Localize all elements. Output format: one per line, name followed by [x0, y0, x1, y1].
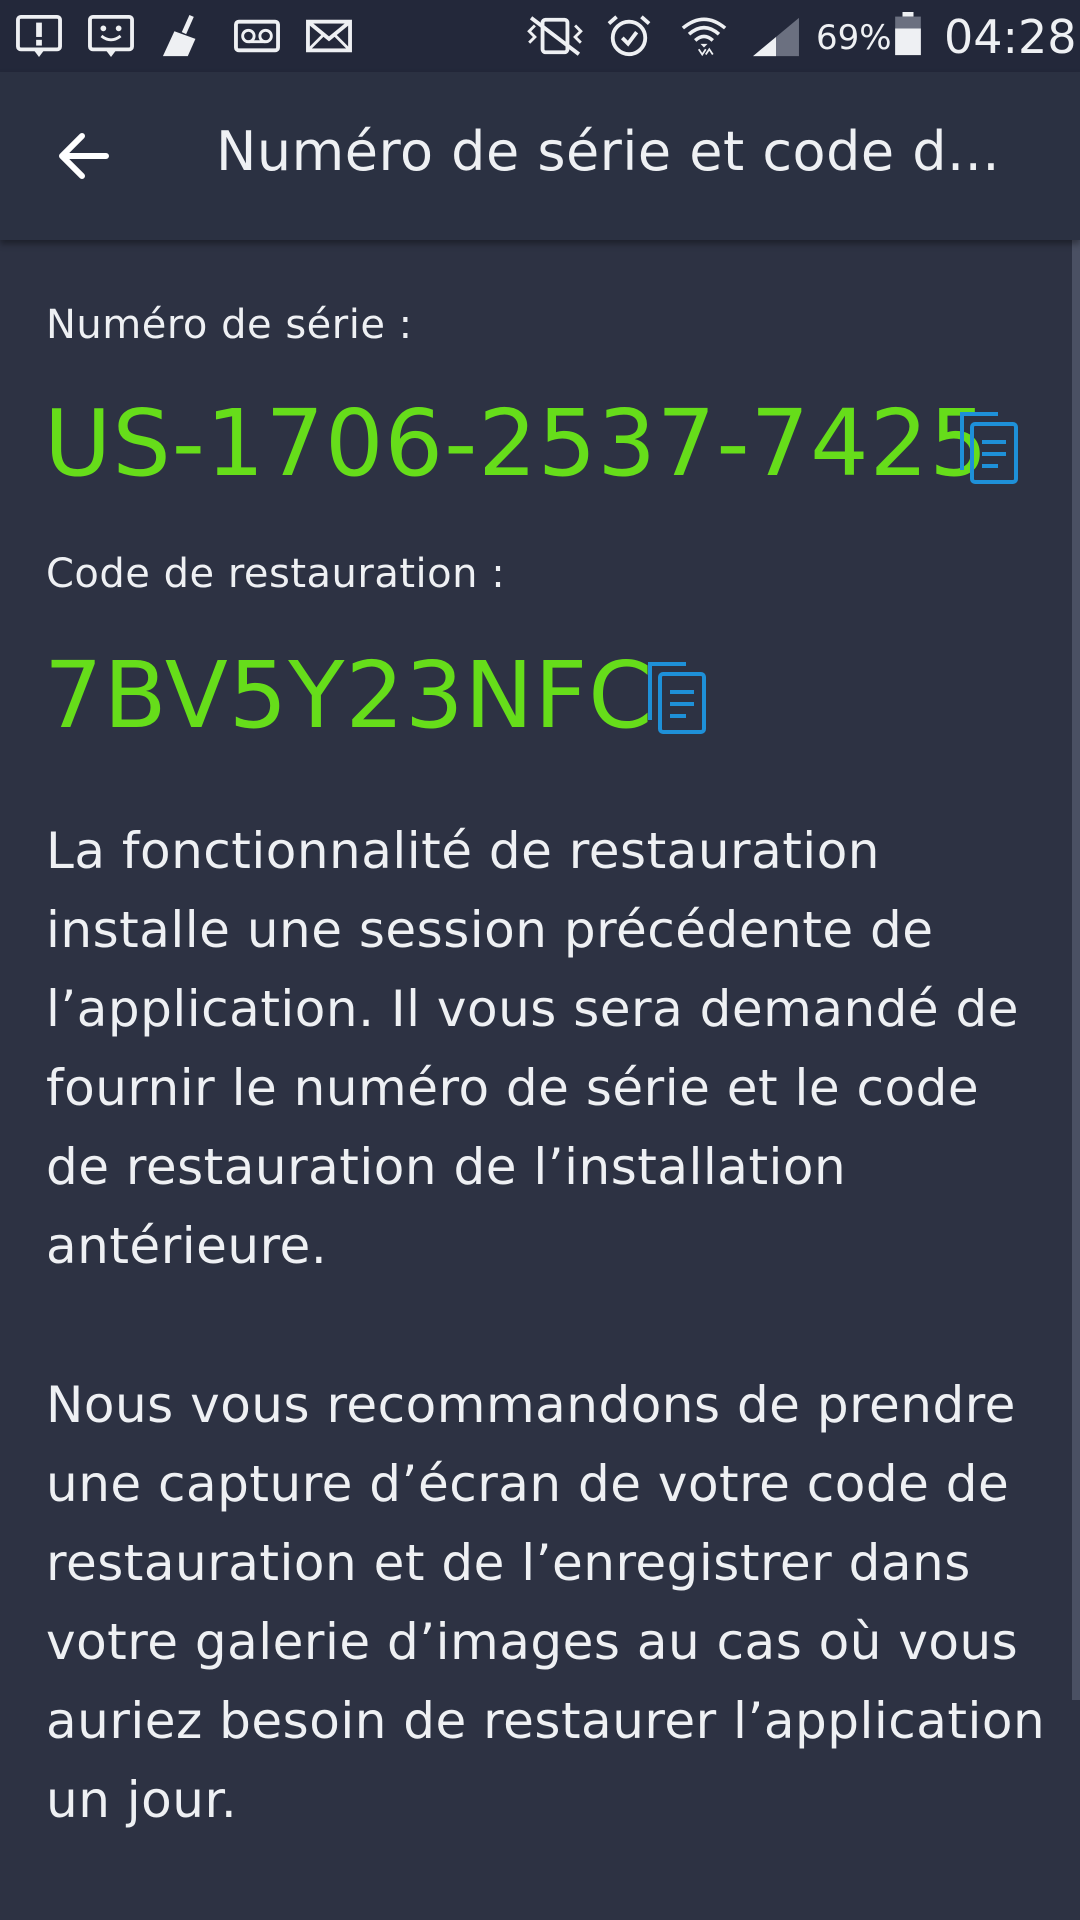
arrow-left-icon: [59, 133, 109, 179]
restore-code-value[interactable]: 7BV5Y23NFC: [44, 642, 654, 749]
battery-percent: 69%: [816, 18, 892, 58]
alert-icon: [16, 14, 62, 58]
back-button[interactable]: [40, 112, 128, 200]
page-title: Numéro de série et code d...: [216, 120, 1001, 183]
signal-icon: [753, 17, 799, 57]
copy-icon: [960, 412, 1018, 484]
restore-code-label: Code de restauration :: [46, 551, 506, 597]
face-notification-icon: [88, 14, 134, 58]
clock: 04:28: [944, 10, 1077, 64]
copy-restore-code-button[interactable]: [646, 660, 710, 736]
status-bar: 69% 04:28: [0, 0, 1080, 72]
cleaner-icon: [162, 14, 196, 57]
copy-icon: [648, 662, 706, 734]
serial-number-value[interactable]: US-1706-2537-7425: [44, 390, 989, 497]
email-icon: [306, 19, 352, 53]
app-bar: Numéro de série et code d...: [0, 72, 1080, 240]
serial-number-label: Numéro de série :: [46, 302, 413, 348]
copy-serial-button[interactable]: [958, 410, 1022, 486]
alarm-icon: [607, 15, 651, 57]
battery-icon: [895, 12, 921, 56]
restore-description: La fonctionnalité de restauration instal…: [46, 822, 1020, 1275]
vibrate-mute-icon: [527, 16, 583, 56]
wifi-icon: [681, 17, 727, 57]
screenshot-recommendation: Nous vous recommandons de prendre une ca…: [46, 1376, 1046, 1829]
voicemail-icon: [234, 19, 280, 53]
scrollbar[interactable]: [1072, 240, 1080, 1700]
